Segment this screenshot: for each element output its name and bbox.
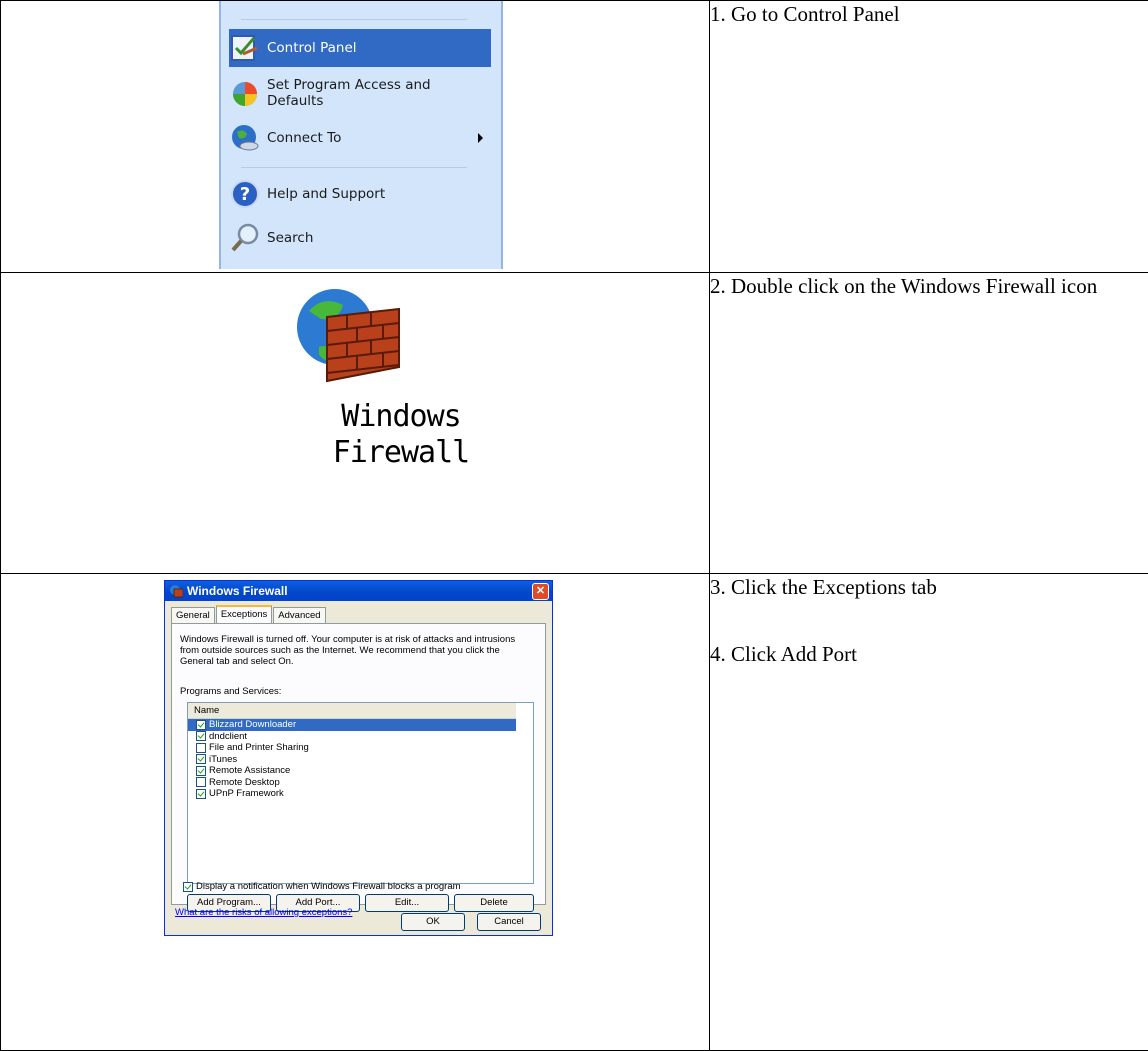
program-name: UPnP Framework bbox=[209, 788, 284, 799]
notification-checkbox[interactable] bbox=[183, 881, 193, 892]
list-item[interactable]: Remote Desktop bbox=[188, 777, 516, 789]
instruction-cell-1: 1. Go to Control Panel bbox=[709, 0, 1148, 273]
control-panel-icon bbox=[231, 35, 258, 61]
menu-item-search[interactable]: Search bbox=[229, 219, 491, 257]
screenshot-cell-3: Windows Firewall ✕ General Exceptions Ad… bbox=[0, 573, 710, 1051]
program-name: Remote Desktop bbox=[209, 776, 280, 788]
windows-firewall-dialog: Windows Firewall ✕ General Exceptions Ad… bbox=[164, 580, 553, 936]
search-icon bbox=[231, 223, 259, 252]
step-row-1: Control Panel Set Program Access and Def… bbox=[0, 0, 1148, 273]
risks-link[interactable]: What are the risks of allowing exception… bbox=[175, 907, 352, 918]
label-line-1: Set Program Access and bbox=[267, 77, 431, 93]
close-icon[interactable]: ✕ bbox=[532, 583, 549, 600]
menu-item-help-and-support[interactable]: ? Help and Support bbox=[229, 175, 491, 213]
menu-item-label: Help and Support bbox=[267, 186, 386, 202]
edit-button[interactable]: Edit... bbox=[365, 894, 449, 912]
delete-button[interactable]: Delete bbox=[454, 894, 534, 912]
step-row-3: Windows Firewall ✕ General Exceptions Ad… bbox=[0, 573, 1148, 1051]
checkbox[interactable] bbox=[196, 765, 206, 776]
list-header-name[interactable]: Name bbox=[188, 703, 516, 719]
program-name: dndclient bbox=[209, 730, 248, 742]
menu-separator bbox=[241, 19, 467, 20]
checkbox[interactable] bbox=[196, 731, 206, 742]
dialog-title: Windows Firewall bbox=[187, 584, 288, 598]
program-access-icon bbox=[233, 82, 257, 106]
firewall-icon bbox=[170, 585, 183, 598]
programs-label: Programs and Services: bbox=[180, 686, 282, 697]
instructions-table: Control Panel Set Program Access and Def… bbox=[0, 0, 1148, 1051]
screenshot-cell-1: Control Panel Set Program Access and Def… bbox=[0, 0, 710, 273]
icon-label-line-2: Firewall bbox=[332, 435, 471, 470]
start-menu: Control Panel Set Program Access and Def… bbox=[219, 1, 503, 269]
submenu-arrow-icon bbox=[478, 133, 483, 143]
list-item[interactable]: UPnP Framework bbox=[188, 788, 516, 800]
list-item[interactable]: Remote Assistance bbox=[188, 765, 516, 777]
menu-separator bbox=[241, 167, 467, 168]
checkbox[interactable] bbox=[196, 719, 206, 730]
checkbox[interactable] bbox=[196, 754, 206, 765]
step-4-text: 4. Click Add Port bbox=[710, 642, 858, 666]
menu-item-control-panel[interactable]: Control Panel bbox=[229, 29, 491, 67]
program-name: iTunes bbox=[209, 753, 238, 765]
firewall-warning-text: Windows Firewall is turned off. Your com… bbox=[180, 634, 516, 667]
icon-label-line-1: Windows bbox=[341, 399, 461, 434]
instruction-cell-3: 3. Click the Exceptions tab 4. Click Add… bbox=[709, 573, 1148, 1051]
ok-button[interactable]: OK bbox=[401, 913, 465, 931]
svg-text:?: ? bbox=[240, 184, 250, 205]
label-line-2: Defaults bbox=[267, 93, 324, 109]
firewall-icon bbox=[297, 289, 400, 383]
notification-label: Display a notification when Windows Fire… bbox=[196, 881, 461, 892]
menu-item-set-program-access[interactable]: Set Program Access and Defaults bbox=[229, 73, 491, 113]
list-item[interactable]: File and Printer Sharing bbox=[188, 742, 516, 754]
step-3-text: 3. Click the Exceptions tab bbox=[710, 575, 937, 599]
step-1-text: 1. Go to Control Panel bbox=[710, 2, 900, 26]
menu-item-label: Set Program Access and Defaults bbox=[267, 77, 431, 109]
list-item[interactable]: iTunes bbox=[188, 754, 516, 766]
instruction-cell-2: 2. Double click on the Windows Firewall … bbox=[709, 272, 1148, 574]
checkbox[interactable] bbox=[196, 742, 206, 753]
globe-icon bbox=[232, 125, 259, 151]
step-2-text: 2. Double click on the Windows Firewall … bbox=[710, 274, 1098, 298]
program-name: Blizzard Downloader bbox=[209, 719, 297, 730]
tab-exceptions[interactable]: Exceptions bbox=[215, 605, 273, 624]
windows-firewall-shortcut[interactable]: Windows Firewall bbox=[251, 283, 551, 523]
menu-item-label: Connect To bbox=[267, 130, 342, 146]
step-row-2: Windows Firewall 2. Double click on the … bbox=[0, 272, 1148, 574]
notification-option[interactable]: Display a notification when Windows Fire… bbox=[183, 881, 461, 892]
menu-item-label: Control Panel bbox=[267, 40, 357, 56]
program-name: Remote Assistance bbox=[209, 765, 291, 776]
cancel-button[interactable]: Cancel bbox=[477, 913, 541, 931]
program-name: File and Printer Sharing bbox=[209, 742, 309, 753]
checkbox[interactable] bbox=[196, 777, 206, 788]
screenshot-cell-2: Windows Firewall bbox=[0, 272, 710, 574]
programs-list[interactable]: Name Blizzard Downloader dndclient File … bbox=[187, 702, 534, 884]
menu-item-connect-to[interactable]: Connect To bbox=[229, 119, 491, 157]
list-item[interactable]: dndclient bbox=[188, 731, 516, 743]
checkbox[interactable] bbox=[196, 788, 206, 799]
exceptions-panel: Windows Firewall is turned off. Your com… bbox=[171, 623, 546, 912]
menu-item-label: Search bbox=[267, 230, 314, 246]
dialog-titlebar: Windows Firewall bbox=[165, 581, 552, 601]
help-icon: ? bbox=[231, 180, 259, 208]
list-item[interactable]: Blizzard Downloader bbox=[188, 719, 516, 731]
